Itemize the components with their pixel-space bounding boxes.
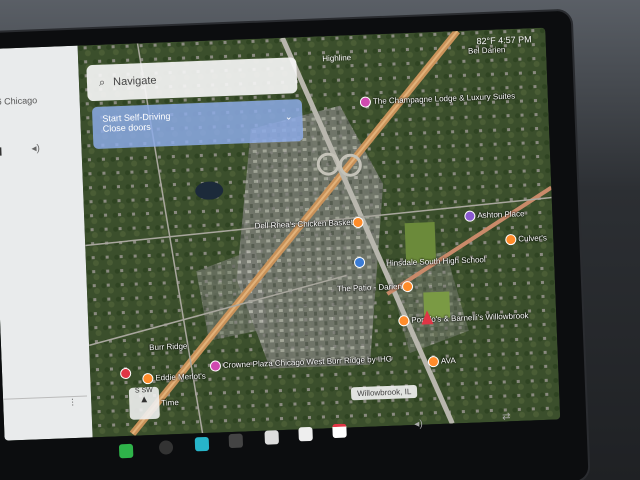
heading-arrow-icon: ▲: [139, 394, 150, 406]
divider: [3, 395, 88, 400]
photos-icon[interactable]: [298, 426, 313, 442]
poi-time[interactable]: Time: [161, 398, 179, 408]
notes-icon[interactable]: [264, 430, 279, 445]
volume-icon[interactable]: ◂): [414, 419, 423, 430]
left-panel: 96 Chicago H ◂) ⫶: [0, 45, 93, 441]
compass-button[interactable]: S SW ▲: [128, 386, 160, 420]
poi-culvers[interactable]: Culver's: [505, 233, 547, 246]
address-fragment: 96 Chicago: [0, 95, 38, 107]
restaurant-pin-icon: [505, 233, 517, 246]
restaurant-pin-icon: [142, 372, 154, 385]
alert-pin-icon: [119, 367, 132, 380]
calendar-icon[interactable]: [332, 423, 347, 439]
swap-icon[interactable]: ⇄: [502, 411, 511, 422]
restaurant-pin-icon: [352, 216, 365, 229]
app-icon[interactable]: [194, 436, 210, 452]
hotel-pin-icon: [359, 96, 372, 108]
location-pin-icon: [353, 256, 366, 269]
poi-blue-pin[interactable]: [353, 256, 367, 269]
restaurant-pin-icon: [401, 280, 414, 293]
phone-icon[interactable]: [118, 443, 134, 459]
search-icon: ⌕: [98, 76, 106, 89]
restaurant-pin-icon: [427, 355, 440, 368]
restaurant-pin-icon: [398, 315, 410, 327]
car-interior: 96 Chicago H ◂) ⫶: [0, 0, 640, 480]
touchscreen: 96 Chicago H ◂) ⫶: [0, 27, 561, 441]
vehicle-position-icon: [420, 310, 434, 325]
poi-ashton-place[interactable]: Ashton Place: [464, 209, 525, 222]
display-bezel: 96 Chicago H ◂) ⫶: [0, 10, 589, 480]
residence-pin-icon: [464, 210, 476, 222]
hotel-pin-icon: [209, 360, 222, 372]
poi-ava[interactable]: AVA: [427, 355, 456, 368]
poi-burr-ridge[interactable]: Burr Ridge: [149, 342, 188, 352]
self-driving-card[interactable]: Start Self-Driving Close doors ⌄: [91, 99, 304, 150]
poi-red-marker[interactable]: [119, 367, 133, 380]
apps-grid-icon[interactable]: [228, 433, 244, 449]
speaker-icon[interactable]: ◂): [31, 143, 40, 154]
highline-label: Highline: [322, 53, 352, 64]
letter-label: H: [0, 144, 3, 159]
camera-icon[interactable]: [158, 440, 174, 455]
poi-bel-darien[interactable]: Bel Darien: [468, 45, 506, 55]
navigate-placeholder: Navigate: [112, 74, 157, 89]
satellite-map[interactable]: ⌕ Navigate Start Self-Driving Close door…: [77, 27, 561, 438]
chevron-down-icon[interactable]: ⌄: [285, 111, 293, 122]
location-chip[interactable]: Willowbrook, IL: [350, 384, 418, 401]
equalizer-icon[interactable]: ⫶: [71, 398, 74, 409]
